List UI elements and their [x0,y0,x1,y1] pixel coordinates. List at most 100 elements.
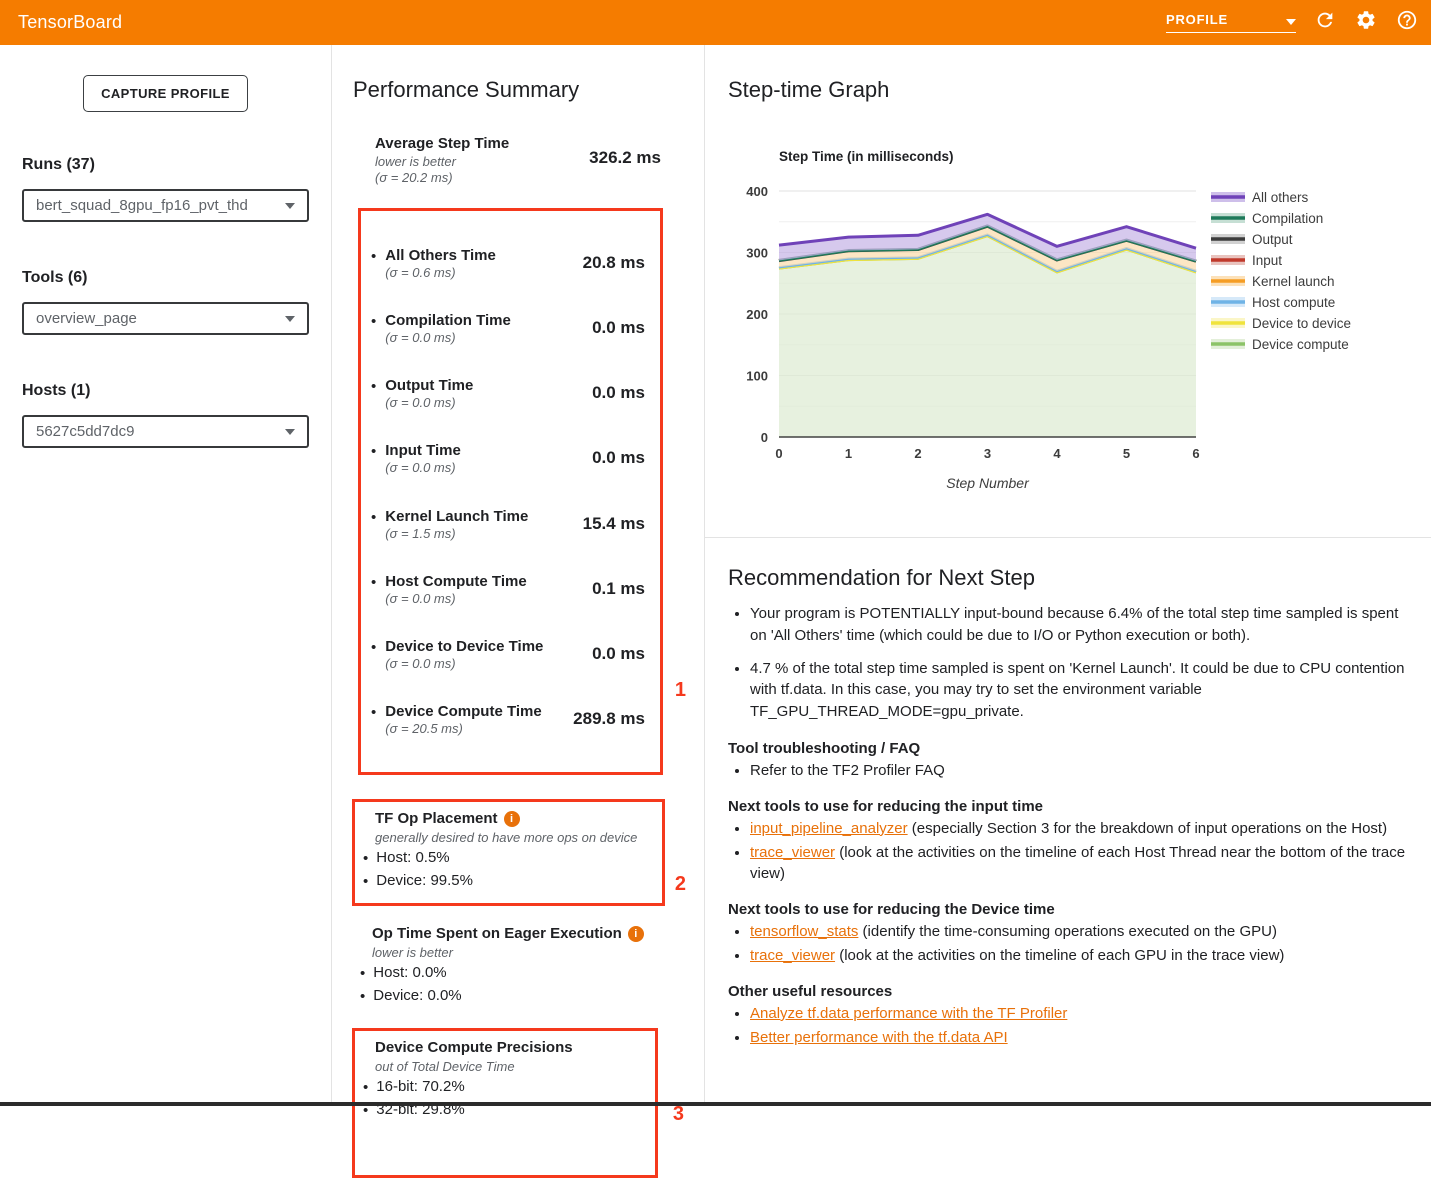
svg-text:100: 100 [746,369,768,384]
performance-summary-title: Performance Summary [353,77,579,103]
dashboard-selector[interactable]: PROFILE [1166,12,1296,33]
svg-text:Device compute: Device compute [1252,337,1349,352]
svg-text:0: 0 [775,446,782,461]
horizontal-scrollbar[interactable] [0,1102,1431,1106]
metric-value: 289.8 ms [573,703,645,729]
svg-text:4: 4 [1053,446,1061,461]
list-item-text: 16-bit: 70.2% [376,1078,464,1098]
scrollbar-thumb[interactable] [0,1102,1431,1106]
svg-text:Host compute: Host compute [1252,295,1335,310]
precisions-list: •16-bit: 70.2%•32-bit: 29.8% [359,1078,647,1122]
bullet-icon: • [371,247,376,267]
metric-label: Output Time [385,377,473,394]
step-time-graph-section: Step-time Graph Step Time (in millisecon… [705,45,1431,538]
svg-text:400: 400 [746,184,768,199]
recommendation-link[interactable]: Analyze tf.data performance with the TF … [750,1005,1067,1022]
recommendation-text: (identify the time-consuming operations … [858,923,1277,940]
eager-execution-title: Op Time Spent on Eager Execution i [372,925,674,942]
recommendation-list: input_pipeline_analyzer (especially Sect… [728,818,1411,884]
svg-text:Device to device: Device to device [1252,316,1351,331]
info-icon[interactable]: i [504,811,520,827]
list-item-text: Host: 0.0% [373,964,446,984]
hosts-dropdown-value: 5627c5dd7dc9 [36,423,134,440]
metric-value: 0.0 ms [592,312,645,338]
recommendation-link[interactable]: Better performance with the tf.data API [750,1029,1008,1046]
op-placement-annotation-box: TF Op Placement i generally desired to h… [352,799,665,906]
reload-icon [1314,9,1336,36]
op-placement-title: TF Op Placement i [375,810,654,827]
metric-row: • Input Time (σ = 0.0 ms) 0.0 ms [371,442,645,475]
tools-dropdown-value: overview_page [36,310,137,327]
dashboard-selector-value: PROFILE [1166,12,1228,27]
metric-row: • Device to Device Time (σ = 0.0 ms) 0.0… [371,638,645,671]
metric-label: Device Compute Time [385,703,541,720]
recommendation-link[interactable]: trace_viewer [750,844,835,861]
metric-row: • Device Compute Time (σ = 20.5 ms) 289.… [371,703,645,736]
info-icon[interactable]: i [628,926,644,942]
metric-value: 326.2 ms [589,135,661,168]
recommendation-link[interactable]: trace_viewer [750,947,835,964]
step-time-graph-title: Step-time Graph [728,77,889,103]
recommendation-text: (especially Section 3 for the breakdown … [908,820,1387,837]
hosts-dropdown[interactable]: 5627c5dd7dc9 [22,415,309,448]
eager-execution-list: • Host: 0.0% •Device: 0.0% [356,964,674,1008]
metric-value: 20.8 ms [583,247,645,273]
recommendation-item: Refer to the TF2 Profiler FAQ [750,760,1411,781]
recommendation-item: input_pipeline_analyzer (especially Sect… [750,818,1411,839]
metric-label: Host Compute Time [385,573,526,590]
chevron-down-icon [285,429,295,435]
bullet-icon: • [371,312,376,332]
help-button[interactable] [1395,11,1419,35]
svg-text:Output: Output [1252,232,1293,247]
average-step-time: Average Step Time lower is better (σ = 2… [375,135,661,185]
bullet-icon: • [360,987,365,1007]
metric-label: Device to Device Time [385,638,543,655]
chevron-down-icon [285,203,295,209]
tools-dropdown[interactable]: overview_page [22,302,309,335]
metric-sigma: (σ = 0.0 ms) [385,591,526,606]
recommendation-subsections: Tool troubleshooting / FAQRefer to the T… [728,740,1411,1048]
metric-sigma: (σ = 1.5 ms) [385,526,528,541]
annotation-number-1: 1 [675,679,686,702]
metric-value: 0.0 ms [592,442,645,468]
app-toolbar: TensorBoard PROFILE [0,0,1431,45]
runs-dropdown[interactable]: bert_squad_8gpu_fp16_pvt_thd [22,189,309,222]
hosts-label: Hosts (1) [22,382,309,400]
settings-button[interactable] [1354,11,1378,35]
recommendation-subheading: Other useful resources [728,983,1411,1000]
metric-value: 0.1 ms [592,573,645,599]
svg-text:0: 0 [761,430,768,445]
metric-row: • Compilation Time (σ = 0.0 ms) 0.0 ms [371,312,645,345]
svg-text:5: 5 [1123,446,1130,461]
tools-label: Tools (6) [22,269,309,287]
recommendation-section: Recommendation for Next Step Your progra… [705,538,1431,1106]
recommendation-subheading: Next tools to use for reducing the input… [728,798,1411,815]
bullet-icon: • [371,638,376,658]
step-time-chart[interactable]: Step Time (in milliseconds) 0 100 200 300 400… [705,145,1431,500]
recommendation-link[interactable]: input_pipeline_analyzer [750,820,908,837]
gear-icon [1355,9,1377,36]
capture-profile-button[interactable]: CAPTURE PROFILE [83,75,248,112]
metric-label: All Others Time [385,247,496,264]
metric-sigma: (σ = 0.0 ms) [385,330,511,345]
recommendation-item: Analyze tf.data performance with the TF … [750,1003,1411,1024]
metric-row: • Host Compute Time (σ = 0.0 ms) 0.1 ms [371,573,645,606]
svg-text:Step Number: Step Number [946,475,1030,491]
eager-execution-note: lower is better [372,945,674,960]
runs-dropdown-value: bert_squad_8gpu_fp16_pvt_thd [36,197,248,214]
svg-text:Step Time (in milliseconds): Step Time (in milliseconds) [779,149,954,164]
list-item: •Device: 0.0% [360,987,674,1007]
recommendation-link[interactable]: tensorflow_stats [750,923,858,940]
recommendation-bullet: Your program is POTENTIALLY input-bound … [750,603,1411,647]
svg-text:300: 300 [746,246,768,261]
svg-text:2: 2 [914,446,921,461]
bullet-icon: • [371,442,376,462]
metrics-annotation-box: • All Others Time (σ = 0.6 ms) 20.8 ms •… [358,208,663,775]
bullet-icon: • [371,703,376,723]
metric-row: • All Others Time (σ = 0.6 ms) 20.8 ms [371,247,645,280]
metric-value: 0.0 ms [592,377,645,403]
svg-text:200: 200 [746,307,768,322]
svg-text:3: 3 [984,446,991,461]
recommendation-item: trace_viewer (look at the activities on … [750,945,1411,966]
reload-button[interactable] [1313,11,1337,35]
